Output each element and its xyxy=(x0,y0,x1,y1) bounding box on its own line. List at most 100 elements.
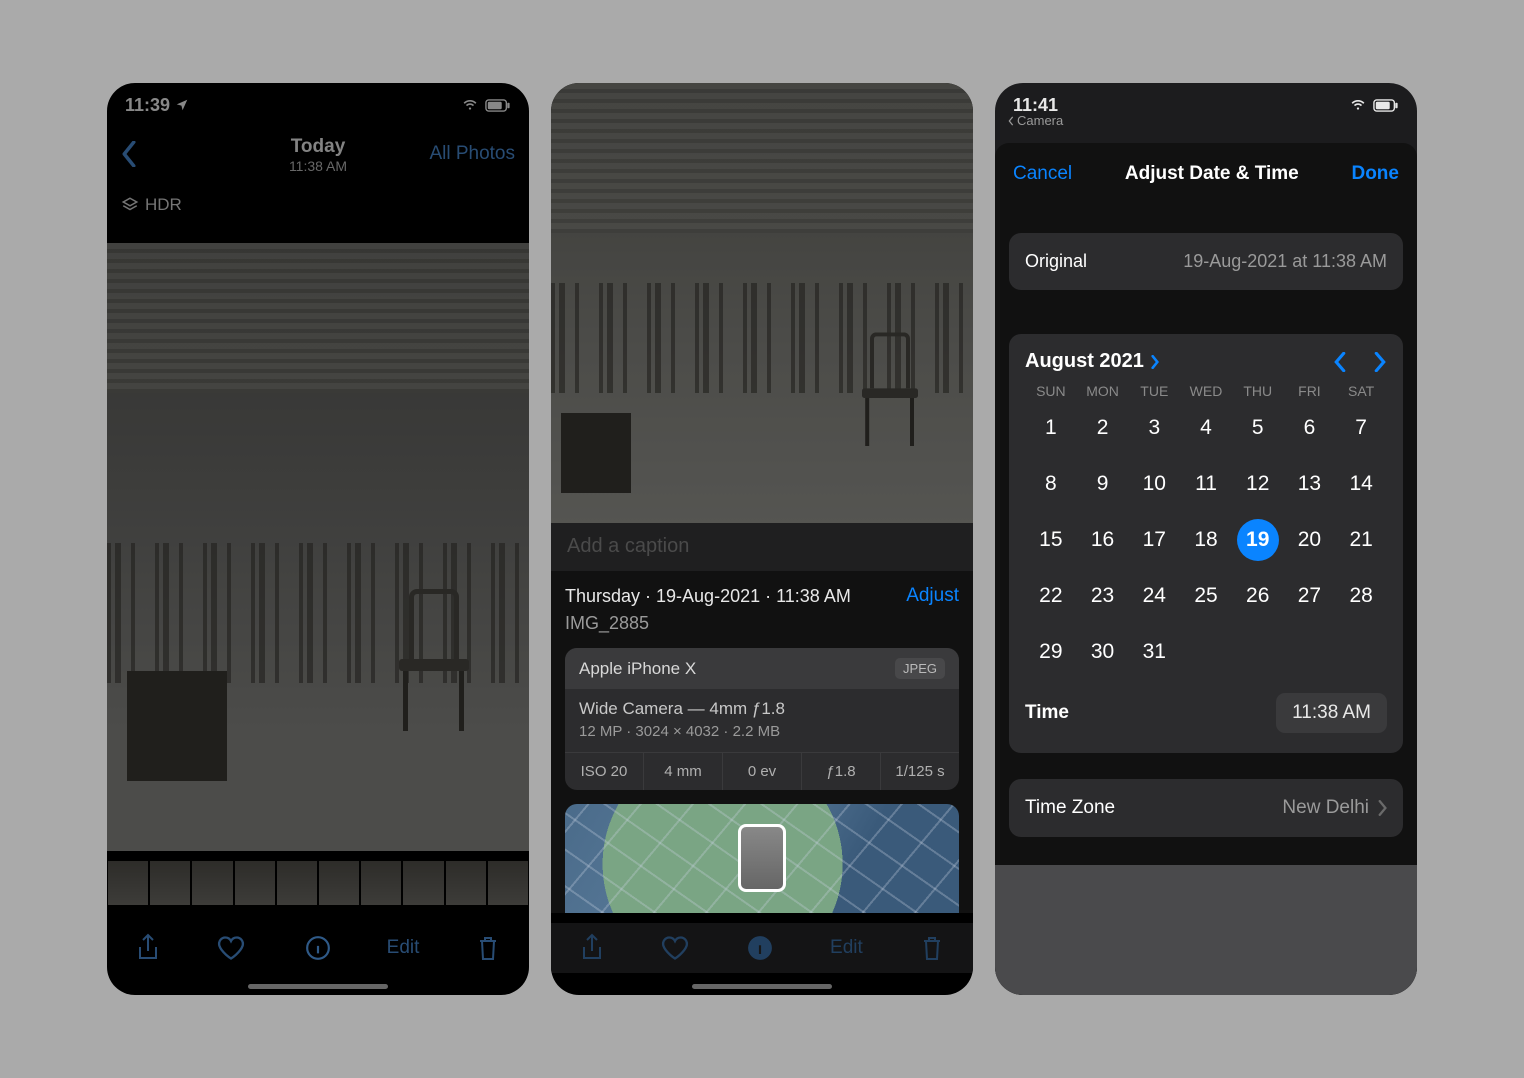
screen-adjust-datetime: 11:41 Camera Cancel Adjust Date & Time D… xyxy=(995,83,1417,995)
timezone-label: Time Zone xyxy=(1025,797,1115,819)
screen-photo-view: 11:39 Today 11:38 AM All Photos HDR xyxy=(107,83,529,995)
bottom-toolbar: Edit xyxy=(551,923,973,973)
battery-icon xyxy=(1373,99,1399,112)
timezone-row[interactable]: Time Zone New Delhi xyxy=(1009,779,1403,837)
sheet-bottom-spacer xyxy=(995,865,1417,995)
calendar-day[interactable]: 19 xyxy=(1237,519,1279,561)
status-time: 11:41 xyxy=(1013,95,1058,115)
calendar-day[interactable]: 16 xyxy=(1077,519,1129,561)
header-subtitle: 11:38 AM xyxy=(289,158,347,174)
back-button[interactable] xyxy=(121,141,137,167)
status-bar: 11:41 xyxy=(995,83,1417,127)
calendar-day[interactable]: 18 xyxy=(1180,519,1232,561)
favorite-button[interactable] xyxy=(661,935,689,961)
info-button[interactable] xyxy=(747,935,773,961)
original-label: Original xyxy=(1025,251,1087,272)
edit-button[interactable]: Edit xyxy=(830,937,863,959)
thumbnail-strip[interactable] xyxy=(107,861,529,905)
calendar-day[interactable]: 10 xyxy=(1128,463,1180,505)
device-name: Apple iPhone X xyxy=(579,659,696,679)
calendar-day[interactable]: 14 xyxy=(1335,463,1387,505)
photo-header: Today 11:38 AM All Photos xyxy=(107,127,529,183)
weekday-label: THU xyxy=(1232,383,1284,399)
timezone-value: New Delhi xyxy=(1282,797,1369,819)
battery-icon xyxy=(485,99,511,112)
header-title: Today xyxy=(289,136,347,158)
exif-iso: ISO 20 xyxy=(565,753,644,790)
photo-filename: IMG_2885 xyxy=(565,613,959,634)
calendar-day[interactable]: 2 xyxy=(1077,407,1129,449)
info-panel: Thursday · 19-Aug-2021 · 11:38 AM Adjust… xyxy=(551,571,973,913)
calendar-day[interactable]: 7 xyxy=(1335,407,1387,449)
location-icon xyxy=(175,98,189,112)
calendar-day[interactable]: 27 xyxy=(1284,575,1336,617)
time-label: Time xyxy=(1025,702,1069,724)
location-map[interactable] xyxy=(565,804,959,913)
time-picker[interactable]: 11:38 AM xyxy=(1276,693,1387,733)
calendar-day[interactable]: 23 xyxy=(1077,575,1129,617)
calendar-day[interactable]: 13 xyxy=(1284,463,1336,505)
calendar-day[interactable]: 31 xyxy=(1128,631,1180,673)
calendar-day[interactable]: 28 xyxy=(1335,575,1387,617)
calendar-day[interactable]: 17 xyxy=(1128,519,1180,561)
cancel-button[interactable]: Cancel xyxy=(1013,163,1072,185)
status-time: 11:39 xyxy=(125,95,170,116)
calendar-day[interactable]: 22 xyxy=(1025,575,1077,617)
status-bar: 11:39 xyxy=(107,83,529,127)
home-indicator[interactable] xyxy=(692,984,832,989)
share-button[interactable] xyxy=(580,933,604,963)
main-photo[interactable] xyxy=(107,243,529,851)
caption-field[interactable]: Add a caption xyxy=(551,523,973,571)
favorite-button[interactable] xyxy=(217,935,245,961)
original-date-card: Original 19-Aug-2021 at 11:38 AM xyxy=(1009,233,1403,290)
adjust-button[interactable]: Adjust xyxy=(906,585,959,607)
hdr-badge: HDR xyxy=(121,195,182,215)
calendar-day[interactable]: 20 xyxy=(1284,519,1336,561)
edit-button[interactable]: Edit xyxy=(387,937,420,959)
weekday-header: SUNMONTUEWEDTHUFRISAT xyxy=(1025,383,1387,399)
chevron-right-icon xyxy=(1377,800,1387,816)
photo-datetime: Thursday · 19-Aug-2021 · 11:38 AM xyxy=(565,586,851,607)
sheet-title: Adjust Date & Time xyxy=(1125,163,1299,185)
exif-shutter: 1/125 s xyxy=(881,753,959,790)
calendar-day[interactable]: 9 xyxy=(1077,463,1129,505)
info-icon xyxy=(305,935,331,961)
calendar-day[interactable]: 29 xyxy=(1025,631,1077,673)
layers-icon xyxy=(121,196,139,214)
calendar-day[interactable]: 25 xyxy=(1180,575,1232,617)
all-photos-button[interactable]: All Photos xyxy=(429,143,515,165)
calendar-day[interactable]: 8 xyxy=(1025,463,1077,505)
camera-info-card: Apple iPhone X JPEG Wide Camera — 4mm ƒ1… xyxy=(565,648,959,790)
calendar-day[interactable]: 3 xyxy=(1128,407,1180,449)
delete-button[interactable] xyxy=(476,934,500,962)
weekday-label: TUE xyxy=(1128,383,1180,399)
calendar-day[interactable]: 5 xyxy=(1232,407,1284,449)
exif-aperture: ƒ1.8 xyxy=(802,753,881,790)
main-photo[interactable] xyxy=(551,83,973,523)
calendar-day[interactable]: 30 xyxy=(1077,631,1129,673)
calendar-day[interactable]: 26 xyxy=(1232,575,1284,617)
calendar-day[interactable]: 4 xyxy=(1180,407,1232,449)
delete-button[interactable] xyxy=(920,934,944,962)
home-indicator[interactable] xyxy=(248,984,388,989)
exif-ev: 0 ev xyxy=(723,753,802,790)
calendar-day[interactable]: 24 xyxy=(1128,575,1180,617)
calendar-day[interactable]: 21 xyxy=(1335,519,1387,561)
share-button[interactable] xyxy=(136,933,160,963)
weekday-label: SUN xyxy=(1025,383,1077,399)
original-value: 19-Aug-2021 at 11:38 AM xyxy=(1183,251,1387,272)
exif-focal: 4 mm xyxy=(644,753,723,790)
calendar-day[interactable]: 1 xyxy=(1025,407,1077,449)
calendar-day[interactable]: 12 xyxy=(1232,463,1284,505)
done-button[interactable]: Done xyxy=(1351,163,1399,185)
calendar-day[interactable]: 11 xyxy=(1180,463,1232,505)
calendar-day[interactable]: 6 xyxy=(1284,407,1336,449)
next-month-button[interactable] xyxy=(1373,352,1387,372)
calendar-day[interactable]: 15 xyxy=(1025,519,1077,561)
adjust-sheet: Cancel Adjust Date & Time Done Original … xyxy=(995,143,1417,995)
prev-month-button[interactable] xyxy=(1333,352,1347,372)
weekday-label: FRI xyxy=(1284,383,1336,399)
info-button-highlight[interactable] xyxy=(289,919,347,977)
image-specs: 12 MP · 3024 × 4032 · 2.2 MB xyxy=(579,723,945,740)
month-picker[interactable]: August 2021 xyxy=(1025,350,1160,373)
